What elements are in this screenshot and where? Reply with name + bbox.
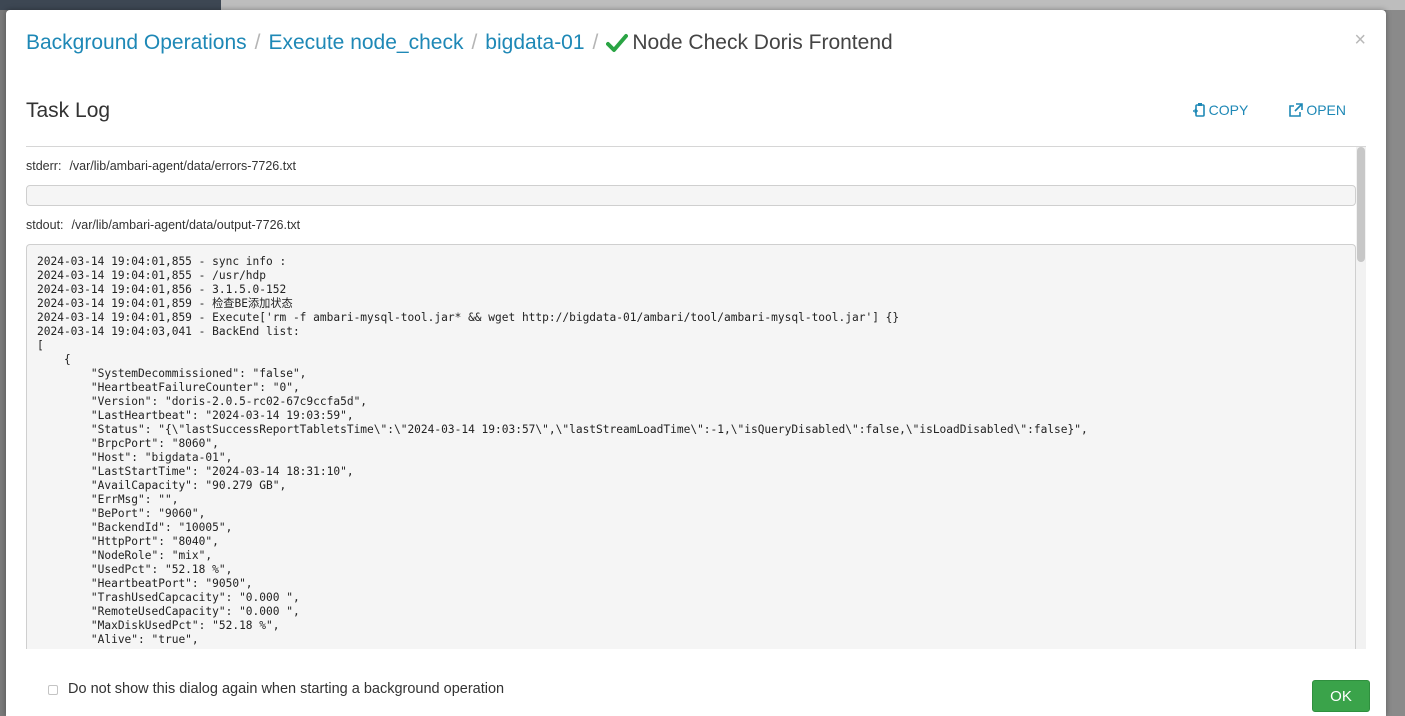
breadcrumb-separator: / bbox=[254, 31, 261, 54]
task-log-title: Task Log bbox=[26, 99, 111, 122]
stdout-path: /var/lib/ambari-agent/data/output-7726.t… bbox=[71, 218, 301, 232]
clipboard-icon bbox=[1192, 102, 1206, 118]
stdout-path-row: stdout: /var/lib/ambari-agent/data/output… bbox=[26, 218, 300, 232]
stderr-path-row: stderr: /var/lib/ambari-agent/data/errors… bbox=[26, 159, 296, 173]
log-scrollbar[interactable] bbox=[1356, 147, 1366, 649]
breadcrumb-separator: / bbox=[471, 31, 478, 54]
breadcrumb-execute-node-check[interactable]: Execute node_check bbox=[268, 31, 463, 55]
background-topbar bbox=[0, 0, 1405, 10]
copy-button[interactable]: COPY bbox=[1192, 102, 1249, 118]
stdout-log[interactable]: 2024-03-14 19:04:01,855 - sync info : 20… bbox=[26, 244, 1356, 650]
external-link-icon bbox=[1288, 102, 1304, 118]
stderr-path: /var/lib/ambari-agent/data/errors-7726.t… bbox=[69, 159, 296, 173]
close-button[interactable]: × bbox=[1354, 30, 1366, 50]
open-label: OPEN bbox=[1306, 102, 1346, 118]
task-log-dialog: Background Operations / Execute node_che… bbox=[6, 10, 1386, 716]
divider bbox=[26, 146, 1366, 147]
breadcrumb-background-operations[interactable]: Background Operations bbox=[26, 31, 247, 55]
check-icon bbox=[606, 33, 629, 53]
stderr-log bbox=[26, 185, 1356, 206]
breadcrumb: Background Operations / Execute node_che… bbox=[26, 31, 893, 55]
open-button[interactable]: OPEN bbox=[1288, 102, 1346, 118]
do-not-show-label: Do not show this dialog again when start… bbox=[68, 681, 505, 697]
background-page bbox=[1386, 10, 1405, 716]
stdout-label: stdout: bbox=[26, 218, 64, 232]
log-actions: COPY OPEN bbox=[1192, 102, 1346, 118]
dialog-footer: Do not show this dialog again when start… bbox=[6, 649, 1386, 716]
copy-label: COPY bbox=[1208, 102, 1249, 118]
do-not-show-checkbox[interactable] bbox=[48, 685, 58, 695]
breadcrumb-host[interactable]: bigdata-01 bbox=[485, 31, 584, 55]
breadcrumb-current-task: Node Check Doris Frontend bbox=[632, 31, 893, 54]
ok-button[interactable]: OK bbox=[1312, 680, 1370, 712]
stdout-log-text: 2024-03-14 19:04:01,855 - sync info : 20… bbox=[37, 255, 1088, 646]
stderr-label: stderr: bbox=[26, 159, 62, 173]
log-scrollbar-thumb[interactable] bbox=[1357, 147, 1365, 262]
breadcrumb-separator: / bbox=[592, 31, 599, 54]
